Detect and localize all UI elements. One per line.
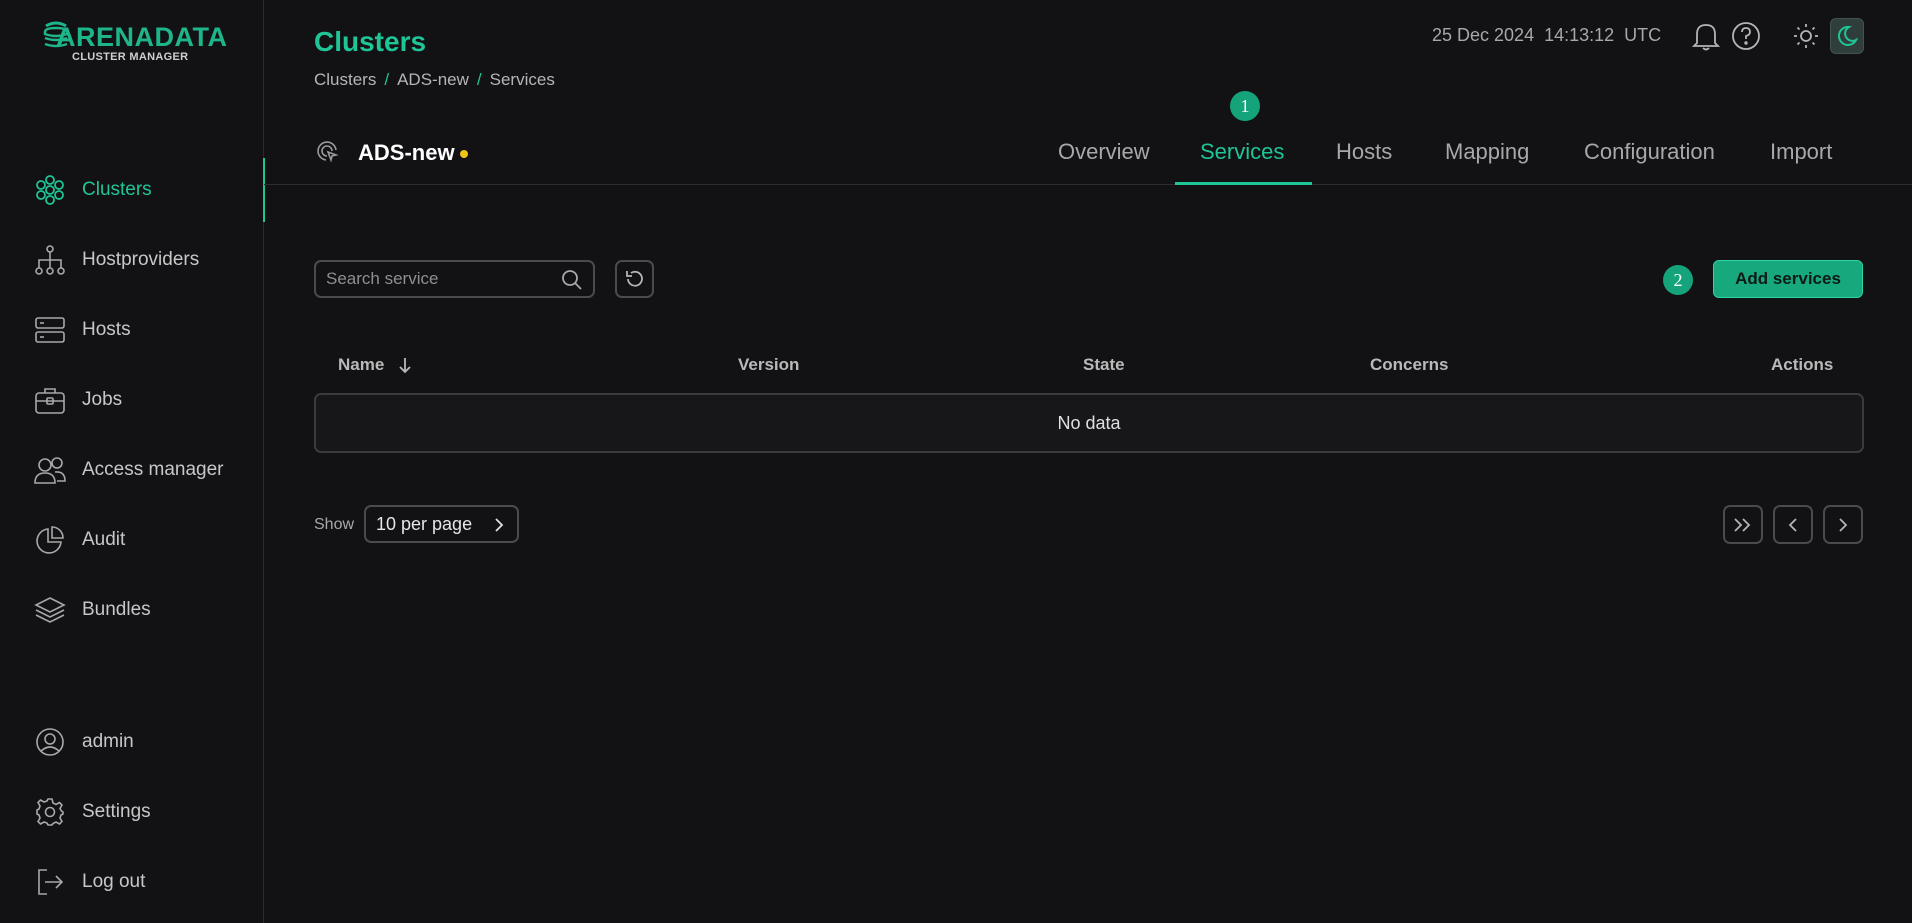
sidebar-item-label: Bundles [82,599,151,620]
tab-overview[interactable]: Overview [1058,139,1150,165]
breadcrumb-separator: / [384,70,390,89]
sidebar-item-label: Hosts [82,319,131,340]
sidebar-item-label: Access manager [82,459,224,480]
column-header-state: State [1083,355,1125,374]
first-page-button[interactable] [1723,505,1763,544]
sidebar-item-label: Clusters [82,179,152,200]
column-label: Name [338,355,385,374]
refresh-icon [625,270,643,287]
sidebar-item-label: Settings [82,801,151,822]
settings-icon [33,795,67,829]
tab-configuration[interactable]: Configuration [1584,139,1715,165]
step-badge-1: 1 [1230,91,1260,121]
empty-table-message: No data [314,393,1864,453]
sidebar-item-hosts[interactable]: Hosts [0,305,264,355]
add-services-button[interactable]: Add services [1713,260,1863,298]
active-tab-indicator [1175,182,1312,185]
sidebar-item-settings[interactable]: Settings [0,787,264,837]
light-theme-icon[interactable] [1790,20,1822,52]
sidebar-item-label: Jobs [82,389,123,410]
clusters-icon [33,173,67,207]
bundles-icon [33,593,67,627]
double-chevron-icon [1734,517,1751,532]
brand-subtitle: CLUSTER MANAGER [72,51,189,63]
sidebar-item-label: admin [82,731,134,752]
cluster-status-icon [316,140,340,169]
breadcrumb-item-cluster[interactable]: ADS-new [397,70,469,90]
cluster-header: ADS-new Overview Services Hosts Mapping … [264,110,1912,185]
hostproviders-icon [33,243,67,277]
hosts-icon [33,313,67,347]
show-label: Show [314,516,355,533]
sidebar: ARENADATA CLUSTER MANAGER Clusters Hostp… [0,0,265,923]
user-icon [33,725,67,759]
cluster-status-dot [460,150,468,158]
sidebar-item-access-manager[interactable]: Access manager [0,445,264,495]
per-page-select[interactable]: 10 per page [364,505,519,543]
breadcrumb-item-clusters[interactable]: Clusters [314,70,376,90]
chevron-right-icon [493,517,505,538]
audit-icon [33,523,67,557]
chevron-right-icon [1839,517,1848,532]
step-badge-2: 2 [1663,265,1693,295]
jobs-icon [33,383,67,417]
tab-services[interactable]: Services [1200,139,1284,165]
arenadata-logo[interactable]: ARENADATA CLUSTER MANAGER [42,18,227,66]
sidebar-item-bundles[interactable]: Bundles [0,585,264,635]
timezone: UTC [1624,25,1662,45]
cluster-name: ADS-new [358,140,455,165]
search-input[interactable] [326,269,546,289]
sidebar-item-hostproviders[interactable]: Hostproviders [0,235,264,285]
page-title: Clusters [314,26,427,57]
tab-import[interactable]: Import [1770,139,1832,165]
sidebar-item-label: Hostproviders [82,249,200,270]
logout-icon [33,865,67,899]
tab-mapping[interactable]: Mapping [1445,139,1529,165]
sidebar-item-logout[interactable]: Log out [0,857,264,907]
sidebar-item-jobs[interactable]: Jobs [0,375,264,425]
tab-hosts[interactable]: Hosts [1336,139,1392,165]
per-page-value: 10 per page [376,513,473,534]
sort-arrow-down-icon [399,358,411,374]
column-header-concerns: Concerns [1370,355,1449,374]
dark-theme-icon[interactable] [1830,18,1864,54]
column-header-name[interactable]: Name [338,355,412,375]
next-page-button[interactable] [1823,505,1863,544]
notifications-bell-icon[interactable] [1690,20,1722,52]
current-time: 14:13:12 [1544,25,1615,45]
column-header-actions: Actions [1771,355,1834,374]
sidebar-item-audit[interactable]: Audit [0,515,264,565]
sidebar-item-label: Audit [82,529,126,550]
breadcrumb-separator: / [476,70,482,89]
sidebar-item-label: Log out [82,871,146,892]
chevron-left-icon [1788,517,1797,532]
column-header-version: Version [738,355,800,374]
datetime-display: 25 Dec 2024 14:13:12 UTC [1432,25,1661,46]
access-manager-icon [33,453,67,487]
sidebar-item-admin[interactable]: admin [0,717,264,767]
breadcrumb: Clusters / ADS-new / Services [314,70,555,90]
breadcrumb-item-current: Services [489,70,555,89]
current-date: 25 Dec 2024 [1432,25,1535,45]
search-field[interactable] [314,260,595,298]
previous-page-button[interactable] [1773,505,1813,544]
reset-filters-button[interactable] [615,260,654,298]
brand-name: ARENADATA [56,22,228,52]
help-icon[interactable] [1730,20,1762,52]
sidebar-item-clusters[interactable]: Clusters [0,158,265,222]
search-icon [561,269,583,296]
